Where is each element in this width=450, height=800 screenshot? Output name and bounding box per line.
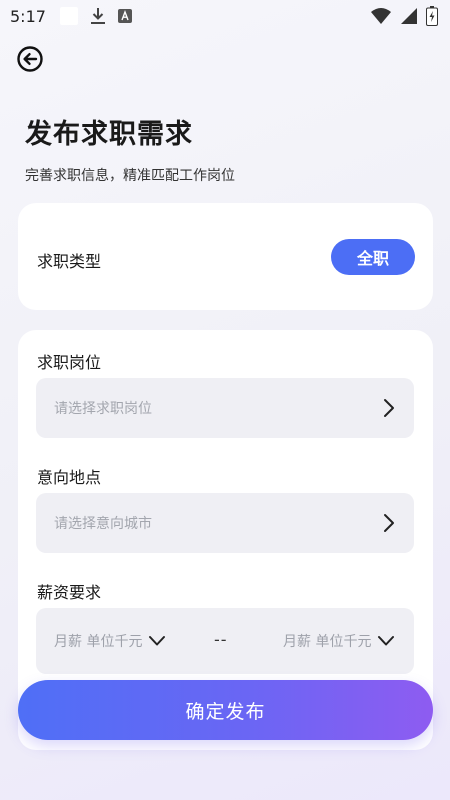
chevron-down-icon	[378, 636, 395, 646]
page-subtitle: 完善求职信息，精准匹配工作岗位	[25, 168, 235, 184]
chevron-right-icon	[384, 399, 394, 417]
app-notification-icon	[117, 9, 132, 23]
status-indicators	[370, 6, 438, 26]
status-bar: 5:17	[0, 0, 450, 32]
download-icon	[90, 8, 105, 24]
salary-min-select[interactable]: 月薪 单位千元	[54, 608, 166, 674]
position-select[interactable]: 请选择求职岗位	[36, 378, 414, 438]
wifi-icon	[371, 8, 391, 24]
position-placeholder: 请选择求职岗位	[54, 401, 152, 417]
battery-icon	[426, 6, 438, 26]
job-type-card: 求职类型 全职	[18, 203, 433, 310]
back-button[interactable]	[16, 45, 44, 73]
salary-label: 薪资要求	[37, 583, 102, 602]
chevron-down-icon	[149, 636, 166, 646]
location-select[interactable]: 请选择意向城市	[36, 493, 414, 553]
signal-icon	[401, 8, 417, 24]
page-title: 发布求职需求	[25, 119, 193, 150]
job-type-selector[interactable]: 全职	[331, 239, 415, 275]
salary-separator: --	[214, 630, 228, 649]
notification-icon	[59, 7, 78, 25]
salary-min-placeholder: 月薪 单位千元	[54, 634, 143, 650]
salary-max-placeholder: 月薪 单位千元	[283, 634, 372, 650]
submit-button[interactable]: 确定发布	[18, 680, 433, 740]
job-type-label: 求职类型	[37, 252, 102, 271]
status-time: 5:17	[10, 6, 46, 26]
arrow-left-circle-icon	[17, 46, 43, 72]
salary-range: 月薪 单位千元 -- 月薪 单位千元	[36, 608, 414, 674]
chevron-right-icon	[384, 514, 394, 532]
salary-max-select[interactable]: 月薪 单位千元	[283, 608, 395, 674]
location-label: 意向地点	[37, 468, 102, 487]
position-label: 求职岗位	[37, 353, 102, 372]
location-placeholder: 请选择意向城市	[54, 516, 152, 532]
